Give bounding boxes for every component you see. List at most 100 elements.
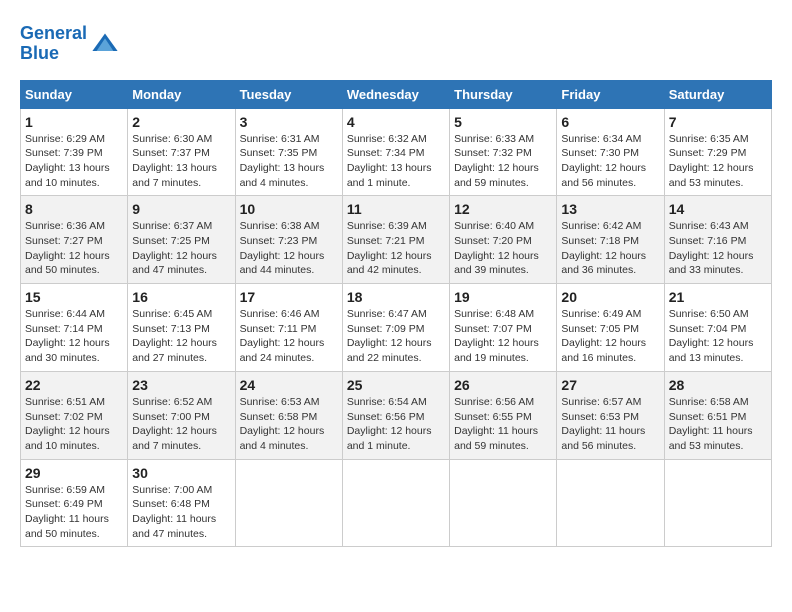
day-number: 11 — [347, 201, 445, 217]
day-detail: Sunrise: 6:44 AM Sunset: 7:14 PM Dayligh… — [25, 307, 123, 366]
day-number: 19 — [454, 289, 552, 305]
day-detail: Sunrise: 6:43 AM Sunset: 7:16 PM Dayligh… — [669, 219, 767, 278]
day-number: 7 — [669, 114, 767, 130]
day-number: 24 — [240, 377, 338, 393]
day-number: 4 — [347, 114, 445, 130]
day-number: 14 — [669, 201, 767, 217]
day-number: 10 — [240, 201, 338, 217]
calendar-day-cell: 18 Sunrise: 6:47 AM Sunset: 7:09 PM Dayl… — [342, 284, 449, 372]
day-number: 25 — [347, 377, 445, 393]
day-number: 9 — [132, 201, 230, 217]
day-detail: Sunrise: 6:42 AM Sunset: 7:18 PM Dayligh… — [561, 219, 659, 278]
calendar-day-cell — [235, 459, 342, 547]
calendar-week-row: 8 Sunrise: 6:36 AM Sunset: 7:27 PM Dayli… — [21, 196, 772, 284]
weekday-header-cell: Sunday — [21, 80, 128, 108]
calendar-day-cell: 10 Sunrise: 6:38 AM Sunset: 7:23 PM Dayl… — [235, 196, 342, 284]
calendar-day-cell — [450, 459, 557, 547]
calendar-week-row: 29 Sunrise: 6:59 AM Sunset: 6:49 PM Dayl… — [21, 459, 772, 547]
calendar-week-row: 22 Sunrise: 6:51 AM Sunset: 7:02 PM Dayl… — [21, 371, 772, 459]
calendar-day-cell: 27 Sunrise: 6:57 AM Sunset: 6:53 PM Dayl… — [557, 371, 664, 459]
day-number: 8 — [25, 201, 123, 217]
day-detail: Sunrise: 6:30 AM Sunset: 7:37 PM Dayligh… — [132, 132, 230, 191]
day-detail: Sunrise: 6:59 AM Sunset: 6:49 PM Dayligh… — [25, 483, 123, 542]
calendar-day-cell: 26 Sunrise: 6:56 AM Sunset: 6:55 PM Dayl… — [450, 371, 557, 459]
day-number: 26 — [454, 377, 552, 393]
day-detail: Sunrise: 6:40 AM Sunset: 7:20 PM Dayligh… — [454, 219, 552, 278]
calendar-day-cell: 16 Sunrise: 6:45 AM Sunset: 7:13 PM Dayl… — [128, 284, 235, 372]
calendar-day-cell: 5 Sunrise: 6:33 AM Sunset: 7:32 PM Dayli… — [450, 108, 557, 196]
calendar-day-cell: 29 Sunrise: 6:59 AM Sunset: 6:49 PM Dayl… — [21, 459, 128, 547]
calendar-day-cell: 17 Sunrise: 6:46 AM Sunset: 7:11 PM Dayl… — [235, 284, 342, 372]
day-detail: Sunrise: 6:45 AM Sunset: 7:13 PM Dayligh… — [132, 307, 230, 366]
day-detail: Sunrise: 6:47 AM Sunset: 7:09 PM Dayligh… — [347, 307, 445, 366]
day-number: 17 — [240, 289, 338, 305]
day-number: 16 — [132, 289, 230, 305]
calendar-day-cell: 25 Sunrise: 6:54 AM Sunset: 6:56 PM Dayl… — [342, 371, 449, 459]
calendar-day-cell: 11 Sunrise: 6:39 AM Sunset: 7:21 PM Dayl… — [342, 196, 449, 284]
calendar-day-cell: 6 Sunrise: 6:34 AM Sunset: 7:30 PM Dayli… — [557, 108, 664, 196]
calendar-day-cell: 7 Sunrise: 6:35 AM Sunset: 7:29 PM Dayli… — [664, 108, 771, 196]
calendar-day-cell: 15 Sunrise: 6:44 AM Sunset: 7:14 PM Dayl… — [21, 284, 128, 372]
weekday-header-cell: Friday — [557, 80, 664, 108]
day-number: 1 — [25, 114, 123, 130]
day-detail: Sunrise: 6:52 AM Sunset: 7:00 PM Dayligh… — [132, 395, 230, 454]
calendar-day-cell: 23 Sunrise: 6:52 AM Sunset: 7:00 PM Dayl… — [128, 371, 235, 459]
calendar-day-cell: 13 Sunrise: 6:42 AM Sunset: 7:18 PM Dayl… — [557, 196, 664, 284]
day-detail: Sunrise: 6:57 AM Sunset: 6:53 PM Dayligh… — [561, 395, 659, 454]
calendar-day-cell: 20 Sunrise: 6:49 AM Sunset: 7:05 PM Dayl… — [557, 284, 664, 372]
weekday-header-cell: Tuesday — [235, 80, 342, 108]
calendar-week-row: 15 Sunrise: 6:44 AM Sunset: 7:14 PM Dayl… — [21, 284, 772, 372]
day-detail: Sunrise: 6:49 AM Sunset: 7:05 PM Dayligh… — [561, 307, 659, 366]
day-detail: Sunrise: 6:46 AM Sunset: 7:11 PM Dayligh… — [240, 307, 338, 366]
calendar-week-row: 1 Sunrise: 6:29 AM Sunset: 7:39 PM Dayli… — [21, 108, 772, 196]
calendar-day-cell: 3 Sunrise: 6:31 AM Sunset: 7:35 PM Dayli… — [235, 108, 342, 196]
logo-icon — [91, 30, 119, 58]
weekday-header-cell: Thursday — [450, 80, 557, 108]
calendar-day-cell: 9 Sunrise: 6:37 AM Sunset: 7:25 PM Dayli… — [128, 196, 235, 284]
day-detail: Sunrise: 6:33 AM Sunset: 7:32 PM Dayligh… — [454, 132, 552, 191]
day-detail: Sunrise: 7:00 AM Sunset: 6:48 PM Dayligh… — [132, 483, 230, 542]
day-detail: Sunrise: 6:39 AM Sunset: 7:21 PM Dayligh… — [347, 219, 445, 278]
calendar-day-cell — [342, 459, 449, 547]
day-detail: Sunrise: 6:58 AM Sunset: 6:51 PM Dayligh… — [669, 395, 767, 454]
day-detail: Sunrise: 6:38 AM Sunset: 7:23 PM Dayligh… — [240, 219, 338, 278]
day-number: 20 — [561, 289, 659, 305]
day-number: 22 — [25, 377, 123, 393]
day-number: 3 — [240, 114, 338, 130]
day-detail: Sunrise: 6:32 AM Sunset: 7:34 PM Dayligh… — [347, 132, 445, 191]
day-detail: Sunrise: 6:56 AM Sunset: 6:55 PM Dayligh… — [454, 395, 552, 454]
day-detail: Sunrise: 6:50 AM Sunset: 7:04 PM Dayligh… — [669, 307, 767, 366]
day-number: 5 — [454, 114, 552, 130]
calendar-day-cell: 8 Sunrise: 6:36 AM Sunset: 7:27 PM Dayli… — [21, 196, 128, 284]
day-detail: Sunrise: 6:34 AM Sunset: 7:30 PM Dayligh… — [561, 132, 659, 191]
calendar-day-cell — [557, 459, 664, 547]
day-detail: Sunrise: 6:29 AM Sunset: 7:39 PM Dayligh… — [25, 132, 123, 191]
day-number: 6 — [561, 114, 659, 130]
weekday-header-cell: Saturday — [664, 80, 771, 108]
logo-text: GeneralBlue — [20, 24, 87, 64]
day-detail: Sunrise: 6:37 AM Sunset: 7:25 PM Dayligh… — [132, 219, 230, 278]
day-detail: Sunrise: 6:48 AM Sunset: 7:07 PM Dayligh… — [454, 307, 552, 366]
day-detail: Sunrise: 6:35 AM Sunset: 7:29 PM Dayligh… — [669, 132, 767, 191]
calendar-day-cell: 2 Sunrise: 6:30 AM Sunset: 7:37 PM Dayli… — [128, 108, 235, 196]
day-detail: Sunrise: 6:54 AM Sunset: 6:56 PM Dayligh… — [347, 395, 445, 454]
weekday-header-cell: Monday — [128, 80, 235, 108]
day-number: 21 — [669, 289, 767, 305]
day-detail: Sunrise: 6:36 AM Sunset: 7:27 PM Dayligh… — [25, 219, 123, 278]
day-number: 2 — [132, 114, 230, 130]
calendar-day-cell: 24 Sunrise: 6:53 AM Sunset: 6:58 PM Dayl… — [235, 371, 342, 459]
calendar-day-cell: 1 Sunrise: 6:29 AM Sunset: 7:39 PM Dayli… — [21, 108, 128, 196]
day-detail: Sunrise: 6:53 AM Sunset: 6:58 PM Dayligh… — [240, 395, 338, 454]
calendar-day-cell: 14 Sunrise: 6:43 AM Sunset: 7:16 PM Dayl… — [664, 196, 771, 284]
calendar-day-cell — [664, 459, 771, 547]
day-number: 23 — [132, 377, 230, 393]
day-number: 30 — [132, 465, 230, 481]
weekday-header-cell: Wednesday — [342, 80, 449, 108]
day-number: 18 — [347, 289, 445, 305]
calendar-day-cell: 19 Sunrise: 6:48 AM Sunset: 7:07 PM Dayl… — [450, 284, 557, 372]
calendar-day-cell: 21 Sunrise: 6:50 AM Sunset: 7:04 PM Dayl… — [664, 284, 771, 372]
weekday-header-row: SundayMondayTuesdayWednesdayThursdayFrid… — [21, 80, 772, 108]
day-number: 15 — [25, 289, 123, 305]
calendar-day-cell: 28 Sunrise: 6:58 AM Sunset: 6:51 PM Dayl… — [664, 371, 771, 459]
logo: GeneralBlue — [20, 24, 119, 64]
